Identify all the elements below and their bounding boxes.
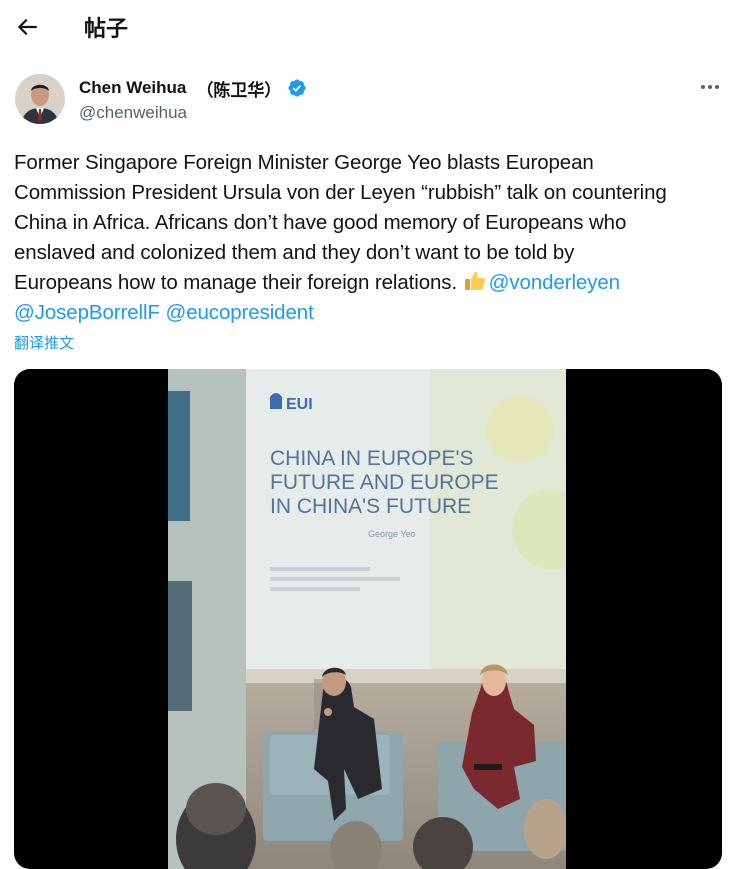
slide-title-line: FUTURE AND EUROPE: [270, 471, 499, 494]
page-title: 帖子: [84, 16, 129, 41]
tweet-line: China in Africa. Africans don’t have goo…: [14, 211, 627, 234]
video-player[interactable]: EUI CHINA IN EUROPE'S FUTURE AND EUROPE …: [14, 369, 722, 869]
video-frame: EUI CHINA IN EUROPE'S FUTURE AND EUROPE …: [168, 369, 566, 869]
tweet-line-text: Europeans how to manage their foreign re…: [14, 271, 463, 294]
slide-logo: EUI: [286, 396, 313, 413]
slide-subtitle: George Yeo: [368, 529, 416, 539]
more-icon[interactable]: [697, 76, 723, 98]
slide-title-line: IN CHINA'S FUTURE: [270, 495, 471, 518]
author-name-chinese[interactable]: （陈卫华）: [196, 76, 281, 101]
tweet-line: Commission President Ursula von der Leye…: [14, 181, 667, 204]
author-name-row[interactable]: Chen Weihua （陈卫华）: [79, 76, 307, 101]
tweet-line: enslaved and colonized them and they don…: [14, 241, 575, 264]
translate-tweet-link[interactable]: 翻译推文: [14, 332, 74, 353]
tweet-text: Former Singapore Foreign Minister George…: [14, 148, 734, 328]
avatar[interactable]: [15, 74, 65, 124]
slide-title-line: CHINA IN EUROPE'S: [270, 447, 474, 470]
mention-link[interactable]: @JosepBorrellF: [14, 301, 160, 324]
mention-link[interactable]: @eucopresident: [165, 301, 313, 324]
verified-badge-icon: [288, 79, 306, 97]
back-arrow-icon[interactable]: [14, 14, 40, 40]
author-name[interactable]: Chen Weihua: [79, 78, 186, 98]
author-handle[interactable]: @chenweihua: [79, 103, 187, 123]
mention-link[interactable]: @vonderleyen: [489, 271, 620, 294]
tweet-line: @JosepBorrellF @eucopresident: [14, 298, 734, 328]
tweet-line: Former Singapore Foreign Minister George…: [14, 151, 594, 174]
top-bar: 帖子: [0, 0, 755, 53]
thumbs-up-icon: [464, 271, 485, 290]
tweet-line: Europeans how to manage their foreign re…: [14, 268, 734, 298]
